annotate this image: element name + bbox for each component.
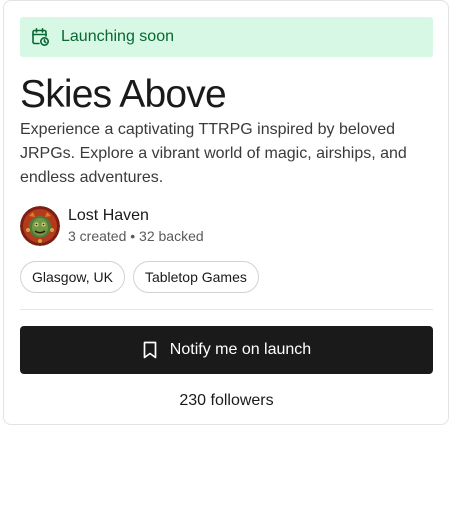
- tag-category[interactable]: Tabletop Games: [132, 261, 259, 293]
- tag-location[interactable]: Glasgow, UK: [20, 261, 125, 293]
- bookmark-icon: [142, 341, 158, 359]
- creator-stats: 3 created • 32 backed: [68, 228, 204, 244]
- launching-soon-banner: Launching soon: [20, 17, 433, 57]
- notify-label: Notify me on launch: [169, 341, 312, 358]
- creator-row[interactable]: Lost Haven 3 created • 32 backed: [20, 205, 204, 247]
- banner-label: Launching soon: [61, 28, 174, 45]
- divider: [20, 309, 433, 310]
- project-title: Skies Above: [20, 73, 227, 116]
- project-description: Experience a captivating TTRPG inspired …: [20, 121, 407, 186]
- calendar-clock-icon: [30, 27, 50, 47]
- creator-info: Lost Haven 3 created • 32 backed: [68, 206, 204, 246]
- tag-list: Glasgow, UK Tabletop Games: [20, 261, 259, 293]
- followers-count: 230 followers: [179, 392, 274, 409]
- creator-avatar[interactable]: [20, 206, 60, 246]
- creator-name[interactable]: Lost Haven: [68, 206, 204, 226]
- notify-me-button[interactable]: Notify me on launch: [20, 326, 433, 374]
- project-card: Launching soon Skies Above Experience a …: [3, 0, 449, 425]
